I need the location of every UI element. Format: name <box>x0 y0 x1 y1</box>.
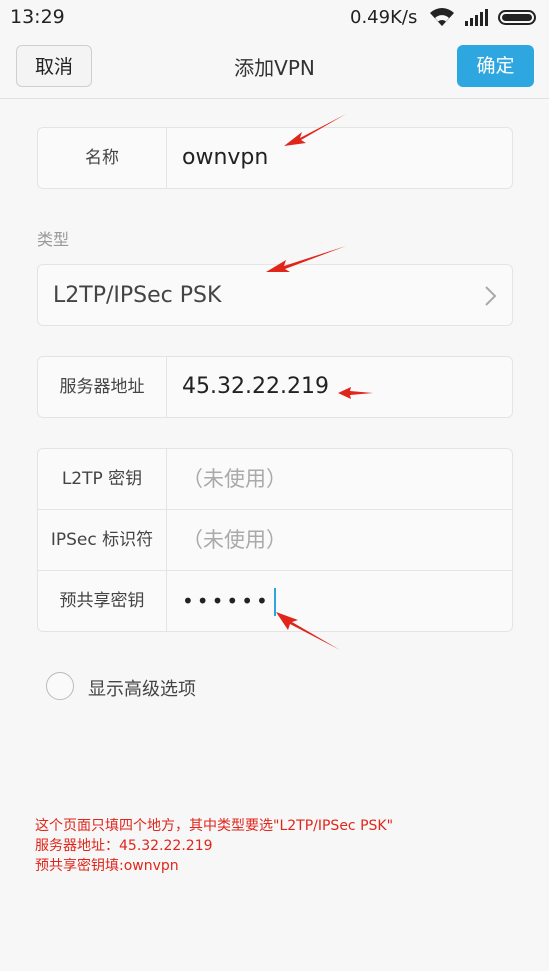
chevron-right-icon <box>484 285 498 311</box>
type-section-label: 类型 <box>37 230 70 249</box>
signal-icon <box>465 8 491 30</box>
server-label: 服务器地址 <box>38 357 167 417</box>
ipsec-id-label: IPSec 标识符 <box>38 510 167 570</box>
title-bar: 取消 添加VPN 确定 <box>0 36 549 99</box>
annotation-note: 这个页面只填四个地方，其中类型要选"L2TP/IPSec PSK" 服务器地址：… <box>35 816 393 876</box>
annotation-arrow-icon <box>284 114 346 146</box>
ipsec-id-input[interactable]: （未使用） <box>182 510 287 570</box>
cancel-button[interactable]: 取消 <box>16 45 92 87</box>
name-input[interactable]: ownvpn <box>182 128 268 188</box>
psk-masked-value: •••••• <box>182 589 271 613</box>
note-line: 服务器地址：45.32.22.219 <box>35 838 213 854</box>
name-row[interactable]: 名称 ownvpn <box>38 128 512 188</box>
name-card: 名称 ownvpn <box>37 127 513 189</box>
l2tp-key-row[interactable]: L2TP 密钥 （未使用） <box>38 449 512 510</box>
battery-icon <box>498 10 536 25</box>
annotation-arrow-icon <box>276 612 340 650</box>
l2tp-key-label: L2TP 密钥 <box>38 449 167 509</box>
keys-card: L2TP 密钥 （未使用） IPSec 标识符 （未使用） 预共享密钥 ••••… <box>37 448 513 632</box>
note-line: 预共享密钥填:ownvpn <box>35 858 179 874</box>
type-select-value: L2TP/IPSec PSK <box>53 283 222 308</box>
page-title: 添加VPN <box>234 56 315 80</box>
server-row[interactable]: 服务器地址 45.32.22.219 <box>38 357 512 417</box>
ipsec-id-row[interactable]: IPSec 标识符 （未使用） <box>38 510 512 571</box>
wifi-icon <box>428 6 456 32</box>
confirm-button[interactable]: 确定 <box>457 45 534 87</box>
annotation-arrow-icon <box>266 246 346 272</box>
l2tp-key-input[interactable]: （未使用） <box>182 449 287 509</box>
annotation-arrow-icon <box>338 387 373 399</box>
status-bar: 13:29 0.49K/s <box>0 0 549 36</box>
psk-input[interactable]: •••••• <box>182 571 276 631</box>
status-network-speed: 0.49K/s <box>350 7 418 28</box>
note-line: 这个页面只填四个地方，其中类型要选"L2TP/IPSec PSK" <box>35 818 394 834</box>
advanced-options-checkbox[interactable] <box>46 672 74 700</box>
status-time: 13:29 <box>10 6 65 28</box>
advanced-options-label[interactable]: 显示高级选项 <box>88 675 196 701</box>
server-card: 服务器地址 45.32.22.219 <box>37 356 513 418</box>
psk-label: 预共享密钥 <box>38 571 167 631</box>
name-label: 名称 <box>38 128 167 188</box>
server-input[interactable]: 45.32.22.219 <box>182 357 329 417</box>
